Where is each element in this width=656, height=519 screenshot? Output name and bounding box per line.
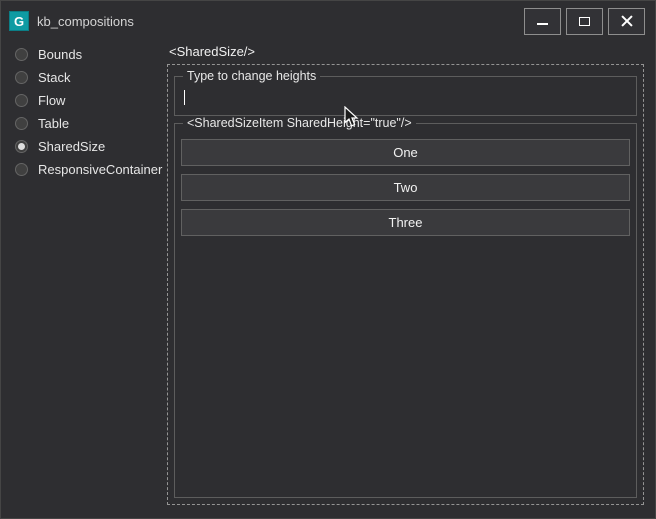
sharedsize-tag-label: <SharedSize/> <box>169 44 256 59</box>
sidebar-item-label: SharedSize <box>38 139 106 154</box>
sidebar-item-label: Flow <box>38 93 66 108</box>
sidebar-item-label: Stack <box>38 70 71 85</box>
sidebar-item-label: ResponsiveContainer <box>38 162 163 177</box>
button-stack: One Two Three <box>181 133 630 244</box>
radio-icon <box>15 71 28 84</box>
radio-icon <box>15 163 28 176</box>
type-heights-group-label: Type to change heights <box>187 69 317 83</box>
radio-selected-icon <box>15 140 28 153</box>
sidebar-item-stack[interactable]: Stack <box>1 66 163 89</box>
radio-icon <box>15 48 28 61</box>
text-caret <box>184 90 185 105</box>
close-icon <box>621 15 633 27</box>
sidebar: Bounds Stack Flow Table SharedSize Respo… <box>1 41 163 518</box>
sidebar-item-bounds[interactable]: Bounds <box>1 43 163 66</box>
sharedsize-container: Type to change heights <SharedSizeItem S… <box>167 64 644 505</box>
maximize-icon <box>579 16 590 26</box>
window-title: kb_compositions <box>37 13 134 29</box>
shared-size-item-group: <SharedSizeItem SharedHeight="true"/> On… <box>174 116 637 498</box>
minimize-icon <box>537 23 548 25</box>
two-button[interactable]: Two <box>181 174 630 201</box>
one-button[interactable]: One <box>181 139 630 166</box>
sidebar-item-label: Bounds <box>38 47 83 62</box>
sidebar-item-responsivecontainer[interactable]: ResponsiveContainer <box>1 158 163 181</box>
maximize-button[interactable] <box>566 7 603 35</box>
window-controls <box>524 7 645 35</box>
main-content: <SharedSize/> Type to change heights <Sh… <box>163 41 655 518</box>
three-button[interactable]: Three <box>181 209 630 236</box>
window-body: Bounds Stack Flow Table SharedSize Respo… <box>1 41 655 518</box>
heights-input[interactable] <box>181 86 630 109</box>
title-bar: G kb_compositions <box>1 1 655 41</box>
sidebar-item-table[interactable]: Table <box>1 112 163 135</box>
heights-textbox[interactable] <box>181 86 630 109</box>
radio-icon <box>15 117 28 130</box>
app-window: G kb_compositions Bounds Stack Flow Tabl… <box>0 0 656 519</box>
type-heights-group: Type to change heights <box>174 69 637 116</box>
minimize-button[interactable] <box>524 7 561 35</box>
sidebar-item-label: Table <box>38 116 70 131</box>
app-icon: G <box>9 11 29 31</box>
close-button[interactable] <box>608 7 645 35</box>
shared-size-item-group-label: <SharedSizeItem SharedHeight="true"/> <box>187 116 412 130</box>
radio-icon <box>15 94 28 107</box>
sidebar-item-sharedsize[interactable]: SharedSize <box>1 135 163 158</box>
sidebar-item-flow[interactable]: Flow <box>1 89 163 112</box>
